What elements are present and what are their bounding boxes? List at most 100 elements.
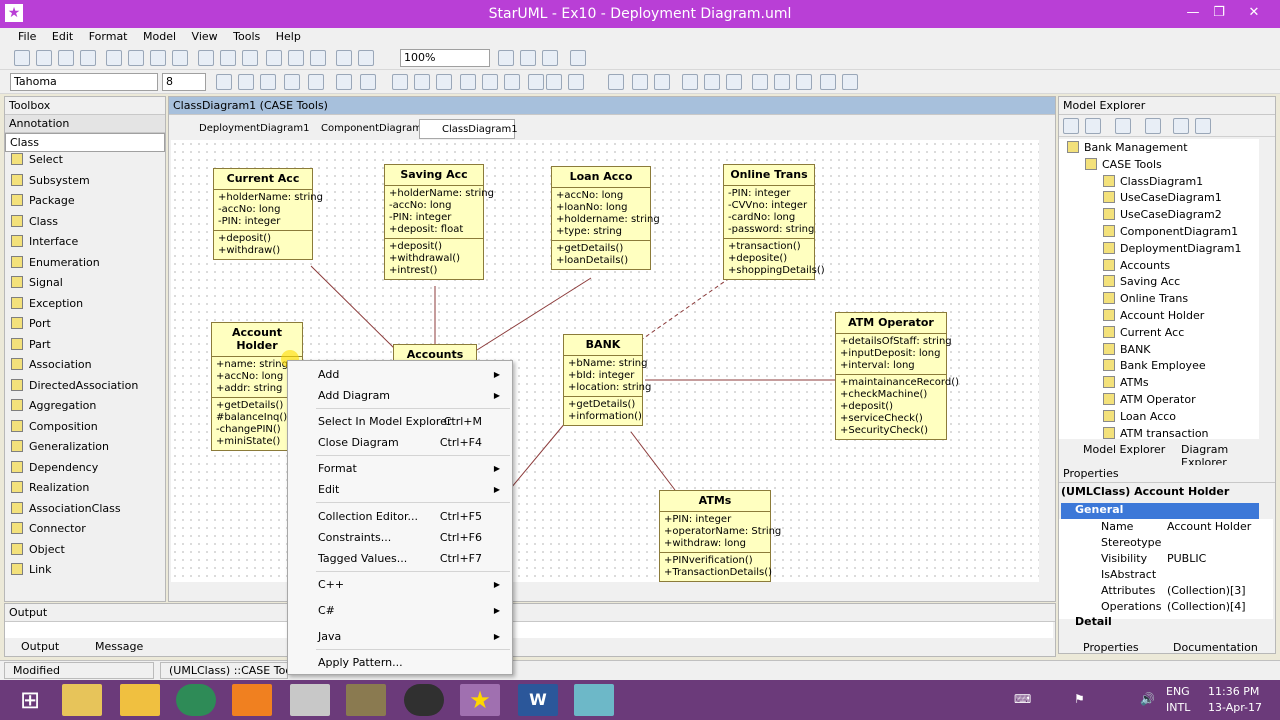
- class-atm-operator[interactable]: ATM Operator +detailsOfStaff: string +inpu…: [835, 312, 959, 440]
- align-right-icon[interactable]: [654, 74, 670, 90]
- font-select[interactable]: Tahoma: [10, 73, 158, 91]
- menu-item-collection-editor[interactable]: Collection Editor... Ctrl+F5: [318, 507, 508, 527]
- property-isabstract[interactable]: IsAbstract: [1063, 567, 1271, 583]
- model-icon[interactable]: [266, 50, 282, 66]
- line-style-icon[interactable]: [392, 74, 408, 90]
- class-atms[interactable]: ATMs +PIN: integer +operatorName: String +w…: [659, 490, 781, 582]
- menu-item-c[interactable]: C++ ▶: [318, 575, 508, 595]
- menu-view[interactable]: View: [186, 28, 224, 46]
- menu-item-c[interactable]: C# ▶: [318, 601, 508, 621]
- font-size-select[interactable]: 8: [162, 73, 206, 91]
- suppress-icon[interactable]: [284, 74, 300, 90]
- tree-item-loan-acco[interactable]: Loan Acco: [1103, 408, 1176, 425]
- menu-format[interactable]: Format: [83, 28, 134, 46]
- output-tab[interactable]: Output: [21, 640, 59, 653]
- toolbox-item-object[interactable]: Object: [11, 541, 65, 559]
- close-button[interactable]: ✕: [1234, 4, 1274, 22]
- rectilinear-icon[interactable]: [414, 74, 430, 90]
- menu-item-format[interactable]: Format ▶: [318, 459, 508, 479]
- toolbox-item-signal[interactable]: Signal: [11, 274, 63, 292]
- toolbox-item-link[interactable]: Link: [11, 561, 52, 579]
- tree-item-deploymentdiagram1[interactable]: DeploymentDiagram1: [1103, 240, 1242, 257]
- space-h-icon[interactable]: [752, 74, 768, 90]
- class-loan-acco[interactable]: Loan Acco +accNo: long +loanNo: long +holde…: [551, 166, 660, 270]
- toolbox-item-exception[interactable]: Exception: [11, 295, 83, 313]
- toolbox-item-association[interactable]: Association: [11, 356, 92, 374]
- menu-item-add-diagram[interactable]: Add Diagram ▶: [318, 386, 508, 406]
- align-top-icon[interactable]: [682, 74, 698, 90]
- property-operations[interactable]: Operations (Collection)[4]: [1063, 599, 1271, 615]
- properties-group-general[interactable]: General: [1061, 503, 1259, 519]
- settings-icon[interactable]: [1145, 118, 1161, 134]
- addin-icon[interactable]: [358, 50, 374, 66]
- menu-item-tagged-values[interactable]: Tagged Values... Ctrl+F7: [318, 549, 508, 569]
- toolbox-item-aggregation[interactable]: Aggregation: [11, 397, 96, 415]
- toolbox-section-annotation[interactable]: Annotation: [5, 115, 165, 133]
- properties-icon[interactable]: [336, 50, 352, 66]
- redo-icon[interactable]: [220, 50, 236, 66]
- toolbox-item-directedassociation[interactable]: DirectedAssociation: [11, 377, 138, 395]
- show-attrs-icon[interactable]: [568, 74, 584, 90]
- property-attributes[interactable]: Attributes (Collection)[3]: [1063, 583, 1271, 599]
- properties-group-detail[interactable]: Detail: [1061, 615, 1259, 631]
- fit-icon[interactable]: [542, 50, 558, 66]
- tree-item-usecasediagram2[interactable]: UseCaseDiagram2: [1103, 206, 1222, 223]
- class-saving-acc[interactable]: Saving Acc +holderName: string -accNo: lon…: [384, 164, 494, 280]
- up-icon[interactable]: [1173, 118, 1189, 134]
- menu-item-constraints[interactable]: Constraints... Ctrl+F6: [318, 528, 508, 548]
- attribute-icon[interactable]: [336, 74, 352, 90]
- grid-icon[interactable]: [570, 50, 586, 66]
- autoresize-icon[interactable]: [460, 74, 476, 90]
- volume-icon[interactable]: 🔊: [1140, 692, 1155, 706]
- visibility-icon[interactable]: [528, 74, 544, 90]
- toolbox-item-part[interactable]: Part: [11, 336, 51, 354]
- delete-icon[interactable]: [172, 50, 188, 66]
- menu-file[interactable]: File: [12, 28, 42, 46]
- sort-icon[interactable]: [1063, 118, 1079, 134]
- toolbox-section-class[interactable]: Class: [5, 133, 165, 152]
- folder-icon[interactable]: [120, 684, 160, 716]
- tree-item-atms[interactable]: ATMs: [1103, 374, 1149, 391]
- menu-help[interactable]: Help: [270, 28, 307, 46]
- operation-icon[interactable]: [360, 74, 376, 90]
- toolbox-item-realization[interactable]: Realization: [11, 479, 89, 497]
- class-online-trans[interactable]: Online Trans -PIN: integer -CVVno: integer…: [723, 164, 825, 280]
- property-visibility[interactable]: Visibility PUBLIC: [1063, 551, 1271, 567]
- menu-edit[interactable]: Edit: [46, 28, 79, 46]
- align-center-icon[interactable]: [632, 74, 648, 90]
- layout-icon[interactable]: [310, 50, 326, 66]
- send-back-icon[interactable]: [504, 74, 520, 90]
- menu-model[interactable]: Model: [137, 28, 182, 46]
- tree-item-accounts[interactable]: Accounts: [1103, 257, 1170, 274]
- line-color-icon[interactable]: [238, 74, 254, 90]
- down-icon[interactable]: [1195, 118, 1211, 134]
- toolbox-item-interface[interactable]: Interface: [11, 233, 78, 251]
- tree-item-saving-acc[interactable]: Saving Acc: [1103, 273, 1180, 290]
- undo-icon[interactable]: [198, 50, 214, 66]
- sort-type-icon[interactable]: [1085, 118, 1101, 134]
- message-tab[interactable]: Message: [95, 640, 143, 653]
- lang-label[interactable]: ENG: [1166, 685, 1190, 698]
- tree-item-classdiagram1[interactable]: ClassDiagram1: [1103, 173, 1203, 190]
- space-v-icon[interactable]: [774, 74, 790, 90]
- minimize-button[interactable]: —: [1180, 4, 1206, 22]
- tab-component-diagram[interactable]: ComponentDiagram1: [299, 119, 428, 139]
- align-left-icon[interactable]: [608, 74, 624, 90]
- toolbox-item-subsystem[interactable]: Subsystem: [11, 172, 90, 190]
- tab-documentation[interactable]: Documentation: [1155, 641, 1258, 654]
- save-icon[interactable]: [58, 50, 74, 66]
- align-middle-icon[interactable]: [704, 74, 720, 90]
- same-height-icon[interactable]: [820, 74, 836, 90]
- flag-icon[interactable]: ⚑: [1074, 692, 1085, 706]
- class-current-acc[interactable]: Current Acc +holderName: string -accNo: lo…: [213, 168, 323, 260]
- zoom-in-icon[interactable]: [498, 50, 514, 66]
- snipping-tool-icon[interactable]: [290, 684, 330, 716]
- tree-item-account-holder[interactable]: Account Holder: [1103, 307, 1204, 324]
- toolbox-item-package[interactable]: Package: [11, 192, 75, 210]
- toolbox-item-associationclass[interactable]: AssociationClass: [11, 500, 121, 518]
- property-stereotype[interactable]: Stereotype: [1063, 535, 1271, 551]
- diagram-icon[interactable]: [288, 50, 304, 66]
- file-explorer-icon[interactable]: [62, 684, 102, 716]
- toolbox-item-class[interactable]: Class: [11, 213, 58, 231]
- toolbox-item-select[interactable]: Select: [11, 151, 63, 169]
